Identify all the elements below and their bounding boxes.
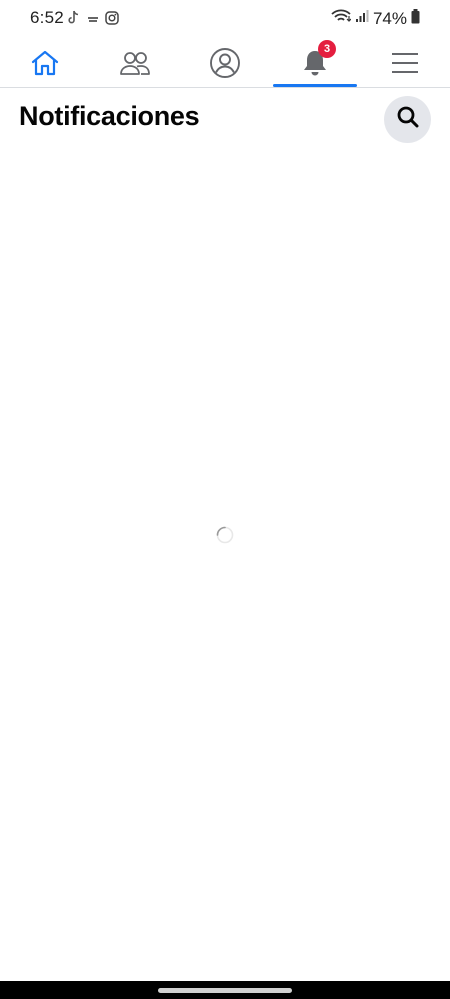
profile-icon [209,47,241,79]
status-bar: 6:52 74% [0,0,450,38]
tiktok-icon [67,10,81,31]
status-right: 74% [331,8,420,29]
loading-spinner [216,526,234,544]
battery-icon [411,8,420,29]
nav-profile-button[interactable] [180,38,270,88]
friends-icon [119,50,151,76]
home-gesture-handle[interactable] [158,988,292,993]
status-time: 6:52 [30,8,64,27]
search-button[interactable] [384,96,431,143]
cast-icon [87,12,99,30]
search-icon [396,105,420,134]
nav-friends-button[interactable] [90,38,180,88]
battery-percentage: 74% [372,8,407,28]
home-icon [30,49,60,77]
notifications-badge: 3 [318,40,336,58]
signal-icon [355,9,369,28]
menu-icon [391,51,419,75]
wifi-icon [331,8,352,29]
status-notification-icons [67,10,119,31]
top-navigation [0,38,450,88]
instagram-icon [105,11,119,30]
nav-notifications-button[interactable] [270,38,360,88]
active-tab-indicator [273,84,357,87]
page-title: Notificaciones [19,101,200,131]
nav-home-button[interactable] [0,38,90,88]
system-navigation-bar [0,981,450,999]
nav-menu-button[interactable] [360,38,450,88]
